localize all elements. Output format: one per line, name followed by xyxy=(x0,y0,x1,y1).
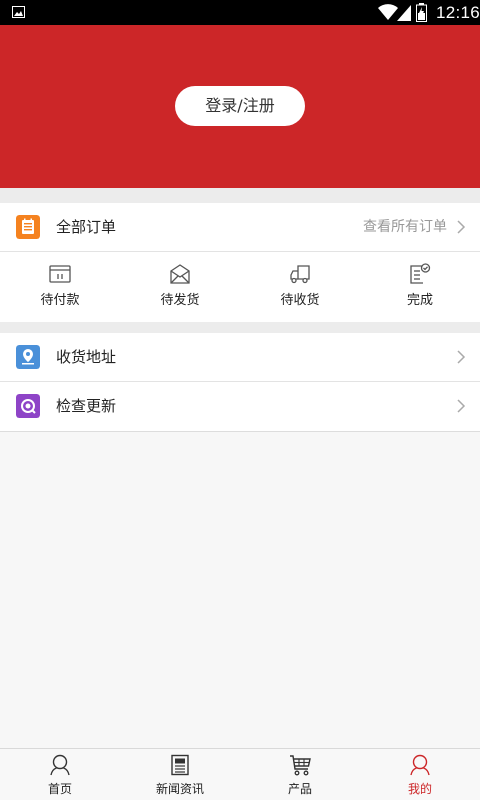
check-update-row[interactable]: 检查更新 xyxy=(0,382,480,430)
orders-icon xyxy=(16,215,40,239)
profile-header: 登录/注册 xyxy=(0,25,480,188)
nav-label: 新闻资讯 xyxy=(155,782,204,796)
status-label: 待收货 xyxy=(280,293,320,308)
status-label: 待付款 xyxy=(40,293,80,308)
status-label: 完成 xyxy=(406,293,433,308)
check-update-label: 检查更新 xyxy=(56,397,117,415)
chevron-right-icon xyxy=(457,350,466,364)
status-pending-payment[interactable]: 待付款 xyxy=(0,252,120,322)
shipping-address-label: 收货地址 xyxy=(56,348,117,366)
truck-icon xyxy=(290,265,310,284)
wifi-icon xyxy=(378,4,398,20)
location-icon xyxy=(16,345,40,369)
status-bar: 12:16 xyxy=(0,0,480,25)
order-status-grid: 待付款 待发货 待收货 完成 xyxy=(0,252,480,322)
orders-section: 全部订单 查看所有订单 待付款 待发货 待收货 完成 xyxy=(0,203,480,322)
nav-label: 产品 xyxy=(287,782,312,796)
signal-icon xyxy=(397,5,411,21)
cart-icon xyxy=(290,755,311,776)
view-all-orders-link[interactable]: 查看所有订单 xyxy=(363,203,447,251)
settings-list: 收货地址 检查更新 xyxy=(0,333,480,431)
nav-news[interactable]: 新闻资讯 xyxy=(120,749,240,800)
status-label: 待发货 xyxy=(160,293,200,308)
all-orders-label: 全部订单 xyxy=(56,218,117,236)
nav-label: 首页 xyxy=(47,782,72,796)
chevron-right-icon xyxy=(457,399,466,413)
wallet-icon xyxy=(49,265,71,283)
bottom-nav: 首页 新闻资讯 产品 我的 xyxy=(0,748,480,800)
status-time: 12:16 xyxy=(436,3,480,22)
news-icon xyxy=(171,754,189,776)
status-completed[interactable]: 完成 xyxy=(360,252,480,322)
nav-profile[interactable]: 我的 xyxy=(360,749,480,800)
nav-label: 我的 xyxy=(407,782,432,796)
status-pending-shipment[interactable]: 待发货 xyxy=(120,252,240,322)
section-gap xyxy=(0,188,480,203)
battery-icon xyxy=(416,3,427,22)
login-register-button[interactable]: 登录/注册 xyxy=(175,86,305,126)
nav-home[interactable]: 首页 xyxy=(0,749,120,800)
gallery-icon xyxy=(12,6,25,18)
update-icon xyxy=(16,394,40,418)
all-orders-row[interactable]: 全部订单 查看所有订单 xyxy=(0,203,480,251)
home-icon xyxy=(50,754,70,776)
status-pending-receipt[interactable]: 待收货 xyxy=(240,252,360,322)
divider xyxy=(0,431,480,432)
shipping-address-row[interactable]: 收货地址 xyxy=(0,333,480,381)
completed-icon xyxy=(410,263,431,284)
chevron-right-icon xyxy=(457,220,466,234)
nav-products[interactable]: 产品 xyxy=(240,749,360,800)
package-icon xyxy=(170,264,190,284)
section-gap xyxy=(0,322,480,333)
profile-icon xyxy=(410,754,430,776)
